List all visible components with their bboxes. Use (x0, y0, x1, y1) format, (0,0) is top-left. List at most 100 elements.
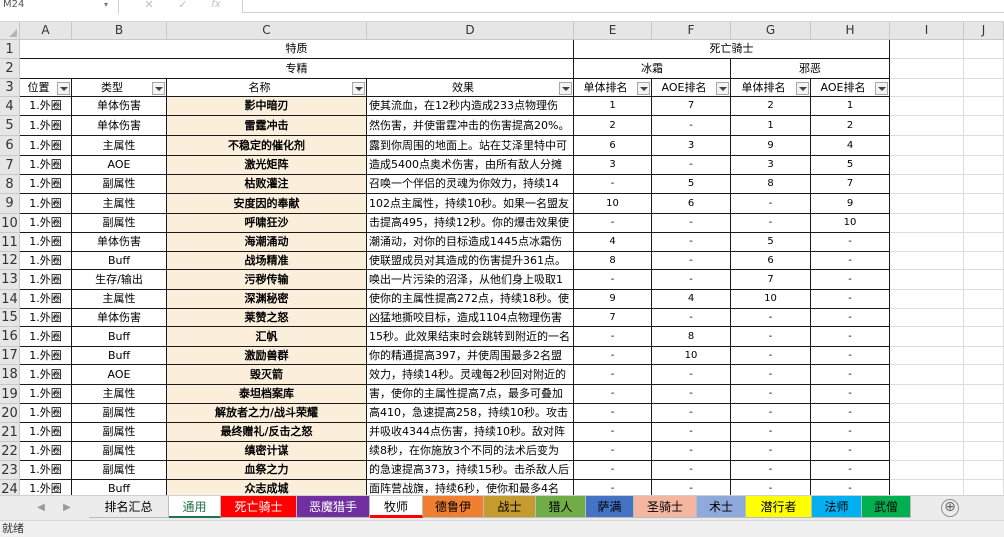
rank-cell[interactable]: 6 (731, 252, 811, 270)
row-header[interactable]: 6 (0, 136, 20, 156)
position-cell[interactable]: 1.外圈 (20, 116, 72, 136)
sheet-tab[interactable]: 牧师 (370, 496, 423, 518)
type-cell[interactable]: 副属性 (72, 461, 167, 480)
effect-cell[interactable]: 你的精通提高397，并使周围最多2名盟 (367, 347, 574, 365)
trait-name-cell[interactable]: 海潮涌动 (167, 233, 367, 252)
effect-cell[interactable]: 并吸收4344点伤害，持续10秒。敌对阵 (367, 423, 574, 442)
effect-cell[interactable]: 击提高495，持续12秒。你的爆击效果使 (367, 214, 574, 233)
row-header[interactable]: 1 (0, 40, 20, 59)
rank-cell[interactable]: - (574, 327, 652, 347)
rank-cell[interactable]: - (731, 423, 811, 442)
rank-cell[interactable]: - (652, 442, 731, 461)
tab-scroll-right-icon[interactable]: ▶ (60, 496, 74, 520)
rank-cell[interactable]: - (652, 116, 731, 136)
empty-cell[interactable] (890, 175, 964, 194)
rank-cell[interactable]: - (731, 365, 811, 385)
trait-name-cell[interactable]: 缜密计谋 (167, 442, 367, 461)
trait-name-cell[interactable]: 解放者之力/战斗荣耀 (167, 404, 367, 423)
row-header[interactable]: 22 (0, 442, 20, 461)
filter-dropdown-button[interactable] (875, 82, 888, 95)
row-header[interactable]: 9 (0, 194, 20, 214)
column-header[interactable]: I (890, 22, 964, 40)
trait-name-cell[interactable]: 不稳定的催化剂 (167, 136, 367, 156)
rank-cell[interactable]: 7 (652, 97, 731, 116)
effect-cell[interactable]: 唤出一片污染的沼泽，从他们身上吸取1 (367, 270, 574, 290)
rank-cell[interactable]: 7 (574, 309, 652, 327)
empty-cell[interactable] (964, 59, 1004, 79)
rank-cell[interactable]: - (731, 194, 811, 214)
trait-name-cell[interactable]: 呼啸狂沙 (167, 214, 367, 233)
trait-name-cell[interactable]: 泰坦档案库 (167, 385, 367, 404)
type-cell[interactable]: AOE (72, 365, 167, 385)
column-header[interactable]: J (964, 22, 1004, 40)
empty-cell[interactable] (964, 116, 1004, 136)
rank-cell[interactable]: 4 (811, 136, 890, 156)
rank-cell[interactable]: - (574, 385, 652, 404)
type-cell[interactable]: 单体伤害 (72, 233, 167, 252)
empty-cell[interactable] (890, 97, 964, 116)
effect-cell[interactable]: 召唤一个伴侣的灵魂为你效力，持续14 (367, 175, 574, 194)
type-cell[interactable]: 主属性 (72, 194, 167, 214)
rank-cell[interactable]: 1 (811, 97, 890, 116)
empty-cell[interactable] (964, 347, 1004, 365)
empty-cell[interactable] (964, 327, 1004, 347)
empty-cell[interactable] (964, 97, 1004, 116)
empty-cell[interactable] (890, 59, 964, 79)
empty-cell[interactable] (890, 404, 964, 423)
type-cell[interactable]: 副属性 (72, 404, 167, 423)
rank-cell[interactable]: - (811, 233, 890, 252)
empty-cell[interactable] (964, 175, 1004, 194)
effect-cell[interactable]: 凶猛地撕咬目标，造成1104点物理伤害 (367, 309, 574, 327)
sheet-tab[interactable]: 术士 (697, 496, 746, 518)
column-header[interactable]: H (811, 22, 890, 40)
trait-name-cell[interactable]: 污秽传输 (167, 270, 367, 290)
column-header[interactable]: A (20, 22, 72, 40)
empty-cell[interactable] (964, 309, 1004, 327)
empty-cell[interactable] (890, 270, 964, 290)
rank-cell[interactable]: 3 (652, 136, 731, 156)
column-header[interactable]: D (367, 22, 574, 40)
rank-cell[interactable]: - (574, 423, 652, 442)
trait-name-cell[interactable]: 毁灭箭 (167, 365, 367, 385)
type-cell[interactable]: Buff (72, 252, 167, 270)
empty-cell[interactable] (890, 116, 964, 136)
type-cell[interactable]: 副属性 (72, 442, 167, 461)
trait-name-cell[interactable]: 安度因的奉献 (167, 194, 367, 214)
rank-cell[interactable]: - (574, 365, 652, 385)
rank-cell[interactable]: 2 (811, 116, 890, 136)
unholy-header-cell[interactable]: 邪恶 (731, 59, 890, 79)
col-name-header[interactable]: 名称 (167, 79, 367, 97)
row-header[interactable]: 3 (0, 79, 20, 97)
rank-cell[interactable]: - (652, 365, 731, 385)
filter-dropdown-button[interactable] (152, 82, 165, 95)
rank-cell[interactable]: 6 (652, 194, 731, 214)
trait-name-cell[interactable]: 影中暗刃 (167, 97, 367, 116)
column-header[interactable]: G (731, 22, 811, 40)
sheet-tab[interactable]: 萨满 (586, 496, 634, 518)
sheet-tab[interactable]: 排名汇总 (89, 496, 169, 518)
empty-cell[interactable] (964, 79, 1004, 97)
position-cell[interactable]: 1.外圈 (20, 97, 72, 116)
effect-cell[interactable]: 使联盟成员对其造成的伤害提升361点。 (367, 252, 574, 270)
position-cell[interactable]: 1.外圈 (20, 423, 72, 442)
empty-cell[interactable] (890, 252, 964, 270)
row-header[interactable]: 15 (0, 309, 20, 327)
row-header[interactable]: 5 (0, 116, 20, 136)
rank-cell[interactable]: - (731, 404, 811, 423)
type-cell[interactable]: 副属性 (72, 423, 167, 442)
empty-cell[interactable] (964, 290, 1004, 309)
rank-cell[interactable]: - (811, 404, 890, 423)
rank-cell[interactable]: 5 (652, 175, 731, 194)
sheet-tab[interactable]: 武僧 (862, 496, 911, 518)
empty-cell[interactable] (890, 347, 964, 365)
filter-dropdown-button[interactable] (796, 82, 809, 95)
rank-cell[interactable]: 1 (731, 116, 811, 136)
row-header[interactable]: 21 (0, 423, 20, 442)
effect-cell[interactable]: 续8秒，在你施放3个不同的法术后变为 (367, 442, 574, 461)
row-header[interactable]: 2 (0, 59, 20, 79)
empty-cell[interactable] (964, 461, 1004, 480)
empty-cell[interactable] (890, 385, 964, 404)
type-cell[interactable]: Buff (72, 327, 167, 347)
filter-dropdown-button[interactable] (716, 82, 729, 95)
empty-cell[interactable] (890, 194, 964, 214)
